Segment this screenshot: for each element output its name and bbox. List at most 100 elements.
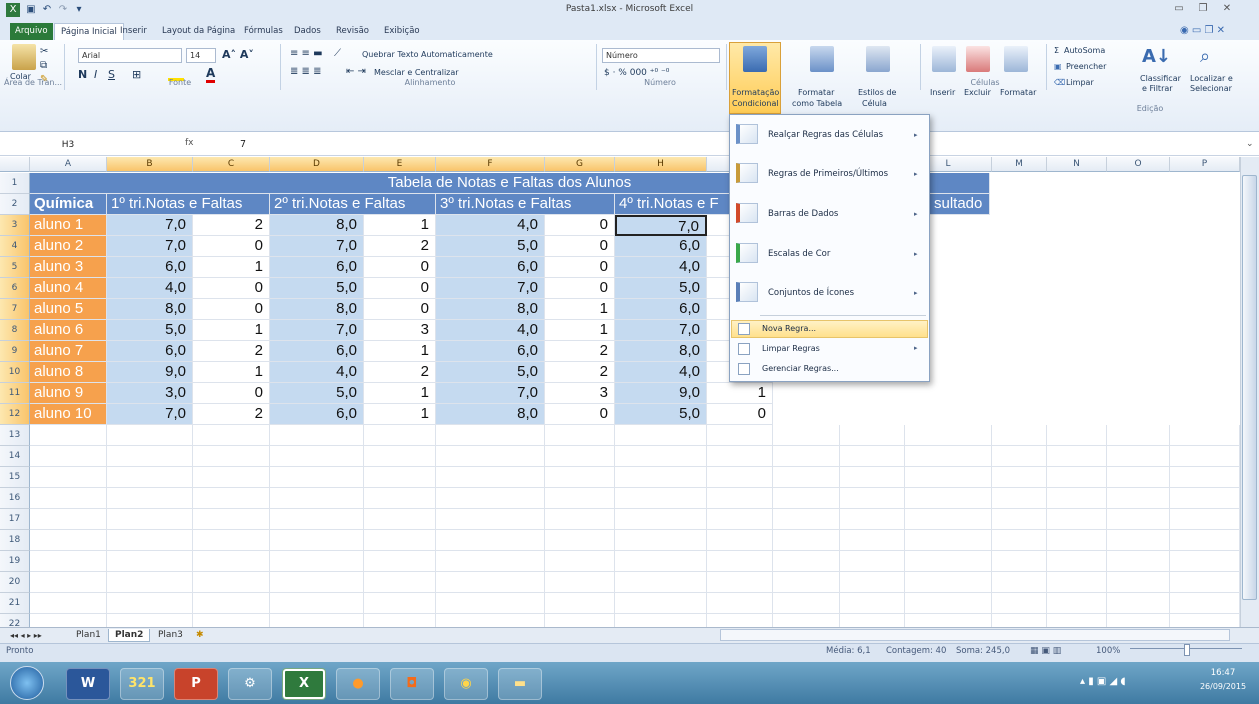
empty-cell[interactable] [1170,446,1240,467]
empty-cell[interactable] [364,530,436,551]
header-1tri[interactable]: 1º tri.Notas e Faltas [107,194,270,215]
font-name-select[interactable]: Arial [78,48,182,63]
empty-cell[interactable] [107,530,193,551]
empty-cell[interactable] [1107,509,1170,530]
sheet-tab-plan1[interactable]: Plan1 [70,629,107,642]
grade-cell-e[interactable]: 1 [364,341,436,362]
tray-icons[interactable]: ▴ ▮ ▣ ◢ ◖ [1080,676,1126,687]
grade-cell-c[interactable]: 0 [193,383,270,404]
find-select-label1[interactable]: Localizar e [1190,74,1233,83]
grade-cell-f[interactable]: 7,0 [436,278,545,299]
empty-cell[interactable] [107,593,193,614]
row-header-6[interactable]: 6 [0,278,30,299]
bold-button[interactable]: N [78,68,87,81]
row-header-9[interactable]: 9 [0,341,30,362]
cf-menu-item-1[interactable]: Regras de Primeiros/Últimos [768,169,918,179]
empty-cell[interactable] [270,425,364,446]
clear-icon[interactable]: ⌫ [1054,78,1065,87]
column-header-a[interactable]: A [30,157,107,172]
align-top-icon[interactable]: ≡ ≡ ▬ [290,48,323,59]
empty-cell[interactable] [193,488,270,509]
powerpoint-taskbar-icon[interactable]: P [174,668,218,700]
find-select-label2[interactable]: Selecionar [1190,84,1232,93]
empty-cell[interactable] [773,530,840,551]
restore-icon[interactable]: ❐ [1192,3,1214,19]
cell-styles-label2[interactable]: Célula [862,99,887,108]
empty-cell[interactable] [1047,572,1107,593]
grade-cell-g[interactable]: 2 [545,341,615,362]
autosum-button[interactable]: AutoSoma [1064,46,1105,55]
empty-cell[interactable] [773,593,840,614]
cf-menu-item-3[interactable]: Escalas de Cor [768,249,918,259]
grade-cell-e[interactable]: 2 [364,362,436,383]
name-box[interactable]: H3 [28,137,108,153]
grade-cell-g[interactable]: 1 [545,320,615,341]
chrome-taskbar-icon[interactable]: ◉ [444,668,488,700]
empty-cell[interactable] [1170,467,1240,488]
sort-filter-label2[interactable]: e Filtrar [1142,84,1173,93]
empty-cell[interactable] [1047,530,1107,551]
empty-cell[interactable] [615,509,707,530]
grade-cell-d[interactable]: 8,0 [270,215,364,236]
empty-cell[interactable] [436,467,545,488]
cf-small-item-1[interactable]: Limpar Regras [762,344,882,353]
grade-cell-d[interactable]: 6,0 [270,257,364,278]
empty-cell[interactable] [905,509,992,530]
empty-cell[interactable] [193,551,270,572]
grade-cell-e[interactable]: 3 [364,320,436,341]
cell-styles-label1[interactable]: Estilos de [858,88,896,97]
empty-cell[interactable] [615,446,707,467]
grade-cell-h[interactable]: 5,0 [615,404,707,425]
empty-cell[interactable] [270,551,364,572]
excel-taskbar-icon[interactable]: X [282,668,326,700]
select-all-corner[interactable] [0,157,30,172]
empty-cell[interactable] [1170,551,1240,572]
empty-cell[interactable] [364,509,436,530]
grade-cell-c[interactable]: 1 [193,320,270,341]
grade-cell-e[interactable]: 2 [364,236,436,257]
grade-cell-d[interactable]: 6,0 [270,404,364,425]
empty-cell[interactable] [1107,551,1170,572]
grade-cell-g[interactable]: 0 [545,404,615,425]
cell-styles-icon[interactable] [866,46,890,72]
empty-cell[interactable] [107,572,193,593]
empty-cell[interactable] [30,530,107,551]
word-taskbar-icon[interactable]: W [66,668,110,700]
empty-cell[interactable] [840,446,905,467]
empty-cell[interactable] [1107,572,1170,593]
grade-cell-f[interactable]: 7,0 [436,383,545,404]
grade-cell-f[interactable]: 8,0 [436,299,545,320]
empty-cell[interactable] [107,488,193,509]
italic-button[interactable]: I [94,68,97,81]
view-normal-icon[interactable]: ▦ ▣ ▥ [1030,646,1061,656]
formula-input[interactable]: 7 [240,137,246,153]
empty-cell[interactable] [107,446,193,467]
expand-formula-icon[interactable]: ⌄ [1246,139,1254,149]
grade-cell-h[interactable]: 7,0 [615,215,707,236]
align-left-icon[interactable]: ≣ ≣ ≣ [290,66,322,77]
grade-cell-h[interactable]: 6,0 [615,299,707,320]
grade-cell-f[interactable]: 4,0 [436,320,545,341]
empty-cell[interactable] [193,593,270,614]
format-cells-button[interactable]: Formatar [1000,88,1036,97]
cf-menu-item-4[interactable]: Conjuntos de Ícones [768,288,918,298]
student-name-cell[interactable]: aluno 6 [30,320,107,341]
empty-cell[interactable] [30,425,107,446]
empty-cell[interactable] [1170,572,1240,593]
empty-cell[interactable] [1047,446,1107,467]
insert-cells-button[interactable]: Inserir [930,88,955,97]
grade-cell-g[interactable]: 0 [545,278,615,299]
empty-cell[interactable] [107,425,193,446]
empty-cell[interactable] [364,425,436,446]
empty-cell[interactable] [905,446,992,467]
paste-icon[interactable] [12,44,36,70]
settings-taskbar-icon[interactable]: ⚙ [228,668,272,700]
empty-cell[interactable] [615,551,707,572]
column-header-f[interactable]: F [436,157,545,172]
empty-cell[interactable] [107,509,193,530]
empty-cell[interactable] [905,425,992,446]
grade-cell-g[interactable]: 3 [545,383,615,404]
row-header-12[interactable]: 12 [0,404,30,425]
tab-revisao[interactable]: Revisão [330,23,375,40]
font-size-select[interactable]: 14 [186,48,216,63]
